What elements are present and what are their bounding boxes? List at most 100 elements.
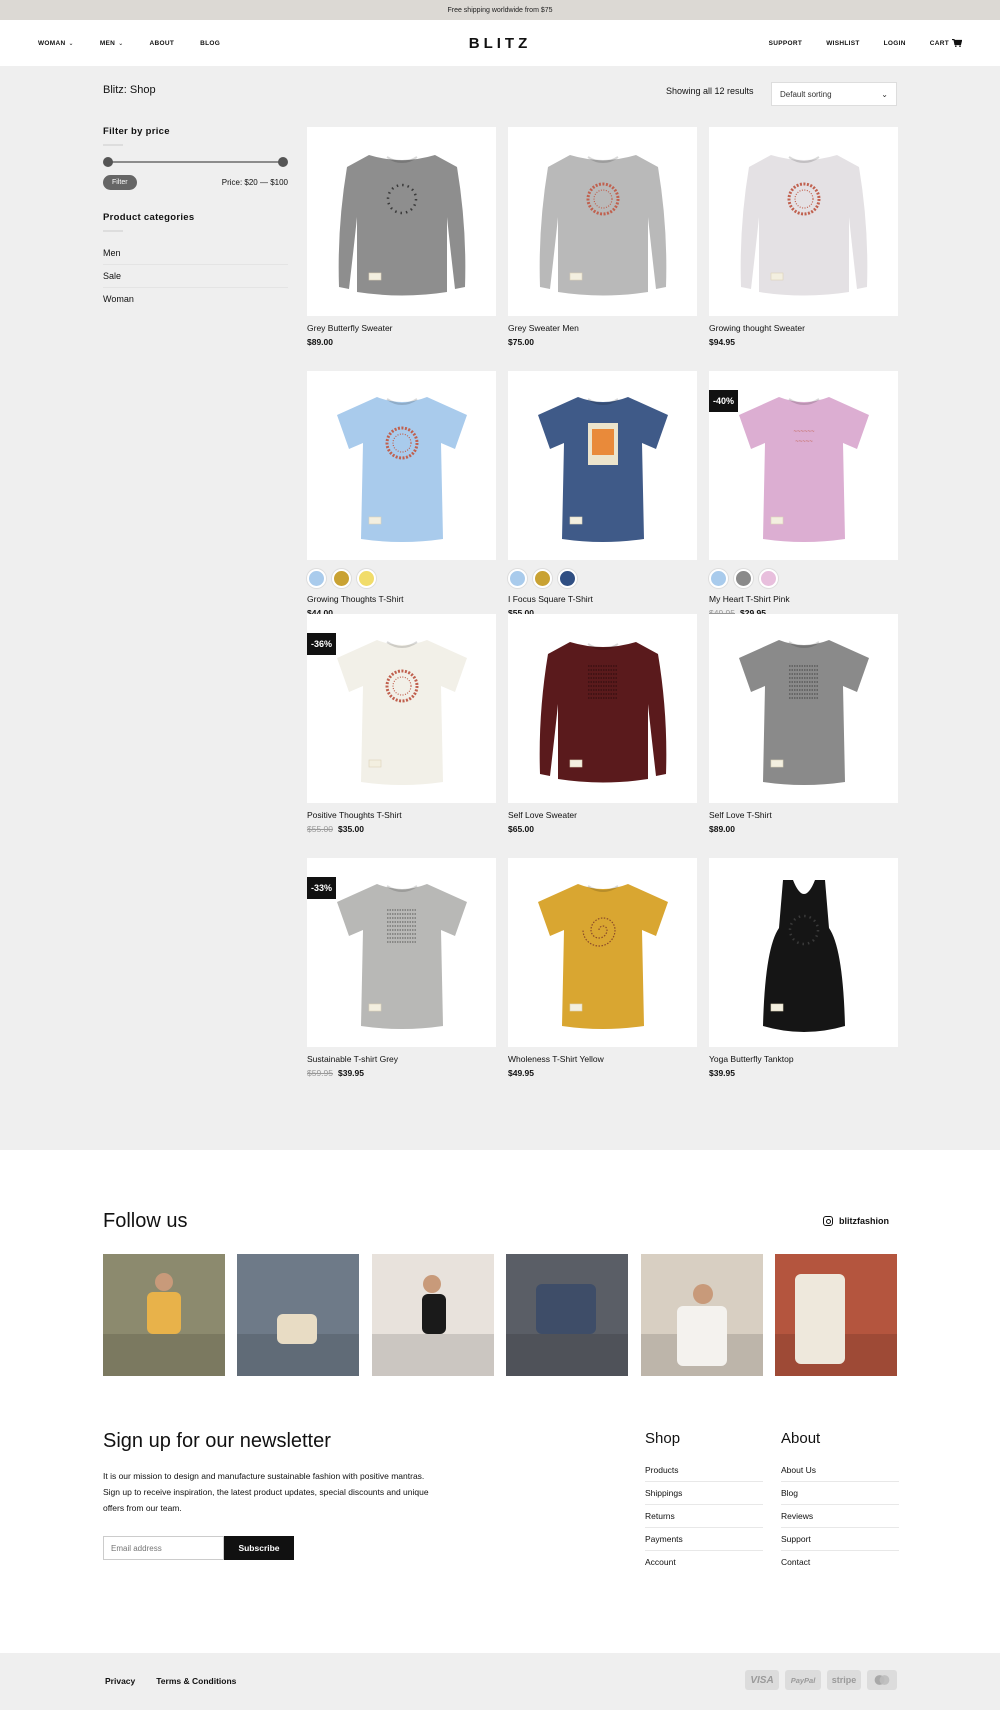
instagram-link[interactable]: blitzfashion [823, 1216, 889, 1226]
product-card[interactable]: Growing Thoughts T-Shirt $44.00 [307, 371, 496, 618]
product-card[interactable]: I Focus Square T-Shirt $55.00 [508, 371, 697, 618]
product-card[interactable]: Yoga Butterfly Tanktop $39.95 [709, 858, 898, 1078]
product-card[interactable]: Growing thought Sweater $94.95 [709, 127, 898, 347]
color-swatch[interactable] [709, 569, 728, 588]
photo-image [775, 1254, 897, 1376]
product-card[interactable]: ~~~~~~ ~~~~~ -40% My Heart T-Shirt Pink $49.… [709, 371, 898, 618]
product-image-link[interactable] [508, 371, 697, 560]
chevron-down-icon: ⌄ [68, 40, 74, 47]
support-link[interactable]: SUPPORT [769, 40, 803, 47]
product-image-link[interactable]: -33% [307, 858, 496, 1047]
photo-image [372, 1254, 494, 1376]
footer-link-contact[interactable]: Contact [781, 1551, 899, 1573]
product-name[interactable]: I Focus Square T-Shirt [508, 594, 697, 604]
footer-link-returns[interactable]: Returns [645, 1505, 763, 1528]
product-card[interactable]: -33% Sustainable T-shirt Grey $59.95 $39.95 [307, 858, 496, 1078]
terms-link[interactable]: Terms & Conditions [156, 1676, 236, 1686]
footer-link-blog[interactable]: Blog [781, 1482, 899, 1505]
color-swatch[interactable] [332, 569, 351, 588]
product-image-link[interactable] [709, 127, 898, 316]
product-name[interactable]: Growing Thoughts T-Shirt [307, 594, 496, 604]
product-image-link[interactable] [307, 127, 496, 316]
privacy-link[interactable]: Privacy [105, 1676, 135, 1686]
color-swatch[interactable] [508, 569, 527, 588]
product-image-link[interactable] [709, 858, 898, 1047]
product-image-link[interactable]: -36% [307, 614, 496, 803]
color-swatch[interactable] [734, 569, 753, 588]
filter-button[interactable]: Filter [103, 175, 137, 190]
stripe-icon: stripe [827, 1670, 861, 1690]
newsletter-heading: Sign up for our newsletter [103, 1430, 331, 1452]
login-link[interactable]: LOGIN [884, 40, 906, 47]
product-name[interactable]: My Heart T-Shirt Pink [709, 594, 898, 604]
price-slider[interactable] [103, 156, 288, 168]
product-name[interactable]: Grey Sweater Men [508, 323, 697, 333]
color-swatch[interactable] [533, 569, 552, 588]
product-image-link[interactable]: ~~~~~~ ~~~~~ -40% [709, 371, 898, 560]
instagram-photo-grey-sweater-jeans[interactable] [506, 1254, 628, 1376]
price-slider-max-handle[interactable] [278, 157, 288, 167]
nav-item-about[interactable]: ABOUT [150, 40, 175, 47]
instagram-photo-woman-yoga-pose[interactable] [372, 1254, 494, 1376]
wishlist-link[interactable]: WISHLIST [826, 40, 859, 47]
product-image-link[interactable] [307, 371, 496, 560]
follow-heading: Follow us [103, 1210, 188, 1232]
product-name[interactable]: Growing thought Sweater [709, 323, 898, 333]
price-slider-min-handle[interactable] [103, 157, 113, 167]
color-swatch[interactable] [558, 569, 577, 588]
current-price: $89.00 [307, 337, 333, 347]
product-card[interactable]: Self Love T-Shirt $89.00 [709, 614, 898, 834]
color-swatch[interactable] [759, 569, 778, 588]
current-price: $39.95 [338, 1068, 364, 1078]
product-image-link[interactable] [508, 127, 697, 316]
site-logo[interactable]: BLITZ [438, 35, 562, 52]
divider [103, 230, 123, 232]
product-card[interactable]: -36% Positive Thoughts T-Shirt $55.00 $35.0… [307, 614, 496, 834]
nav-item-men[interactable]: MEN ⌄ [100, 40, 124, 47]
product-card[interactable]: Self Love Sweater $65.00 [508, 614, 697, 834]
divider [103, 144, 123, 146]
product-name[interactable]: Grey Butterfly Sweater [307, 323, 496, 333]
product-image-link[interactable] [508, 614, 697, 803]
footer-link-about-us[interactable]: About Us [781, 1459, 899, 1482]
sorting-value: Default sorting [780, 89, 832, 99]
instagram-photo-woman-hat-white-tee[interactable] [641, 1254, 763, 1376]
product-name[interactable]: Sustainable T-shirt Grey [307, 1054, 496, 1064]
footer-link-reviews[interactable]: Reviews [781, 1505, 899, 1528]
category-link-men[interactable]: Men [103, 242, 288, 265]
nav-item-blog[interactable]: BLOG [200, 40, 220, 47]
color-swatch[interactable] [357, 569, 376, 588]
footer-link-products[interactable]: Products [645, 1459, 763, 1482]
product-name[interactable]: Positive Thoughts T-Shirt [307, 810, 496, 820]
instagram-photo-man-yellow-tee-outdoor[interactable] [103, 1254, 225, 1376]
email-input[interactable] [103, 1536, 224, 1560]
nav-item-woman[interactable]: WOMAN ⌄ [38, 40, 74, 47]
cart-link[interactable]: CART [930, 39, 962, 47]
product-name[interactable]: Self Love Sweater [508, 810, 697, 820]
product-image [538, 884, 668, 1029]
product-card[interactable]: Wholeness T-Shirt Yellow $49.95 [508, 858, 697, 1078]
product-image-link[interactable] [508, 858, 697, 1047]
product-name[interactable]: Self Love T-Shirt [709, 810, 898, 820]
product-name[interactable]: Yoga Butterfly Tanktop [709, 1054, 898, 1064]
footer-link-payments[interactable]: Payments [645, 1528, 763, 1551]
current-price: $89.00 [709, 824, 735, 834]
category-link-sale[interactable]: Sale [103, 265, 288, 288]
instagram-photo-folded-garments[interactable] [775, 1254, 897, 1376]
footer-link-shippings[interactable]: Shippings [645, 1482, 763, 1505]
instagram-photo-bag-on-car[interactable] [237, 1254, 359, 1376]
cart-label: CART [929, 39, 949, 47]
subscribe-button[interactable]: Subscribe [224, 1536, 294, 1560]
product-image-link[interactable] [709, 614, 898, 803]
color-swatch[interactable] [307, 569, 326, 588]
product-card[interactable]: Grey Sweater Men $75.00 [508, 127, 697, 347]
footer-link-support[interactable]: Support [781, 1528, 899, 1551]
sorting-select[interactable]: Default sorting ⌄ [771, 82, 897, 106]
product-image [539, 155, 667, 296]
product-name[interactable]: Wholeness T-Shirt Yellow [508, 1054, 697, 1064]
footer-link-account[interactable]: Account [645, 1551, 763, 1573]
category-link-woman[interactable]: Woman [103, 288, 288, 310]
product-image [538, 397, 668, 542]
payment-icons: VISA PayPal stripe [745, 1670, 897, 1690]
product-card[interactable]: Grey Butterfly Sweater $89.00 [307, 127, 496, 347]
